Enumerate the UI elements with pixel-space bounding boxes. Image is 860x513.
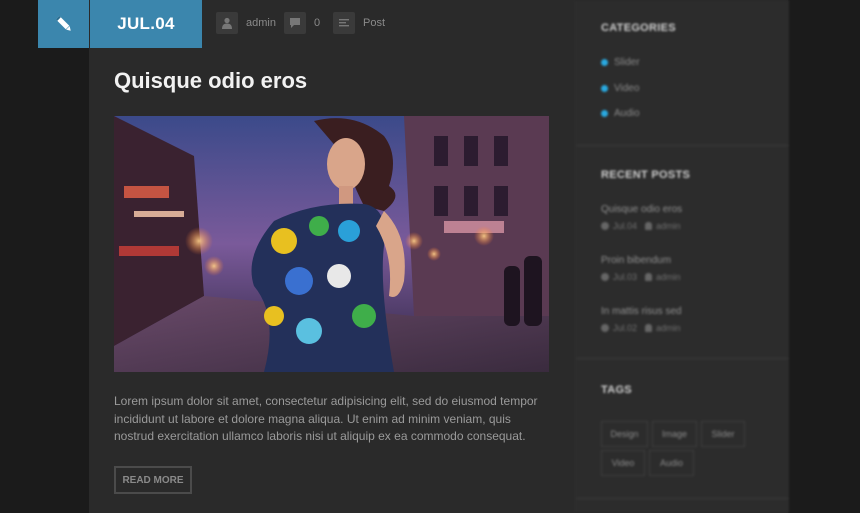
post-format-meta[interactable]: Post bbox=[333, 12, 385, 34]
recent-post-meta: Jul.03 admin bbox=[601, 272, 681, 282]
recent-post-link[interactable]: Quisque odio eros bbox=[601, 204, 682, 215]
post-excerpt: Lorem ipsum dolor sit amet, consectetur … bbox=[114, 394, 538, 443]
clock-icon bbox=[601, 273, 609, 281]
categories-title: CATEGORIES bbox=[601, 22, 676, 34]
user-icon bbox=[645, 222, 653, 230]
post-comment-count: 0 bbox=[314, 17, 321, 29]
widget-divider bbox=[576, 358, 789, 359]
read-more-button[interactable]: READ MORE bbox=[114, 466, 192, 494]
user-icon bbox=[645, 324, 653, 332]
bullet-icon bbox=[601, 59, 608, 66]
recent-post-link[interactable]: Proin bibendum bbox=[601, 255, 671, 266]
pencil-icon bbox=[55, 15, 71, 31]
tags-title: TAGS bbox=[601, 384, 632, 396]
post-comments-meta[interactable]: 0 bbox=[284, 12, 320, 34]
category-item[interactable]: Video bbox=[601, 83, 639, 94]
post-featured-image[interactable] bbox=[114, 116, 549, 372]
tag-link[interactable]: Image bbox=[652, 421, 697, 447]
post-title[interactable]: Quisque odio eros bbox=[114, 68, 307, 94]
sidebar: CATEGORIES Slider Video Audio RECENT POS… bbox=[575, 0, 789, 513]
clock-icon bbox=[601, 324, 609, 332]
edit-post-button[interactable] bbox=[38, 0, 89, 48]
widget-divider bbox=[576, 145, 789, 146]
recent-post-link[interactable]: In mattis risus sed bbox=[601, 306, 682, 317]
user-icon bbox=[216, 12, 238, 34]
comment-icon bbox=[284, 12, 306, 34]
user-icon bbox=[645, 273, 653, 281]
post-author-meta[interactable]: admin bbox=[216, 12, 276, 34]
tag-link[interactable]: Audio bbox=[649, 450, 694, 476]
bullet-icon bbox=[601, 85, 608, 92]
clock-icon bbox=[601, 222, 609, 230]
recent-posts-title: RECENT POSTS bbox=[601, 169, 691, 181]
bullet-icon bbox=[601, 110, 608, 117]
post-author: admin bbox=[246, 17, 276, 29]
post-format: Post bbox=[363, 17, 386, 29]
tag-link[interactable]: Video bbox=[601, 450, 645, 476]
widget-divider bbox=[576, 498, 789, 499]
category-item[interactable]: Slider bbox=[601, 57, 640, 68]
recent-post-meta: Jul.04 admin bbox=[601, 221, 681, 231]
recent-post-meta: Jul.02 admin bbox=[601, 323, 681, 333]
tag-link[interactable]: Design bbox=[601, 421, 648, 447]
category-item[interactable]: Audio bbox=[601, 108, 640, 119]
featured-photo bbox=[114, 116, 549, 372]
post-date-badge: JUL.04 bbox=[90, 0, 202, 48]
tag-link[interactable]: Slider bbox=[701, 421, 745, 447]
text-lines-icon bbox=[333, 12, 355, 34]
